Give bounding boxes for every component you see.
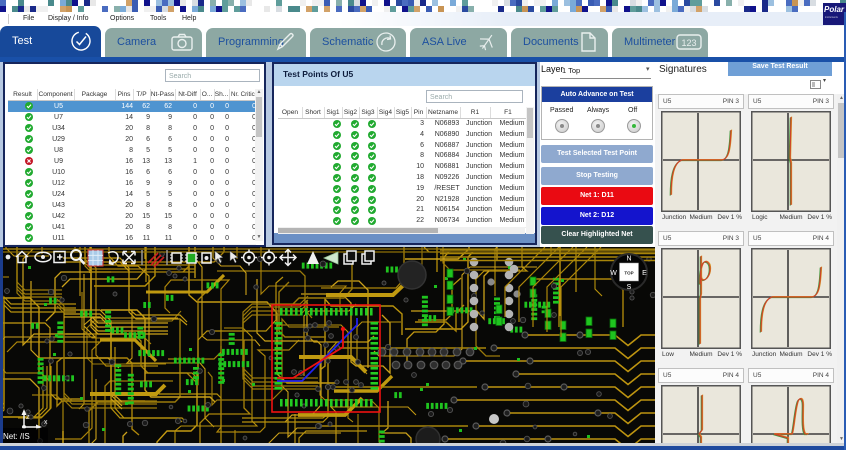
svg-text:S: S: [627, 284, 632, 291]
svg-text:N: N: [626, 256, 631, 263]
svg-text:x: x: [44, 419, 48, 426]
svg-text:123: 123: [681, 38, 696, 48]
svg-text:TOP: TOP: [624, 271, 633, 276]
svg-text:Net: /IS: Net: /IS: [3, 432, 30, 441]
svg-text:z: z: [26, 414, 30, 421]
svg-text:E: E: [642, 270, 647, 277]
svg-text:W: W: [610, 270, 617, 277]
